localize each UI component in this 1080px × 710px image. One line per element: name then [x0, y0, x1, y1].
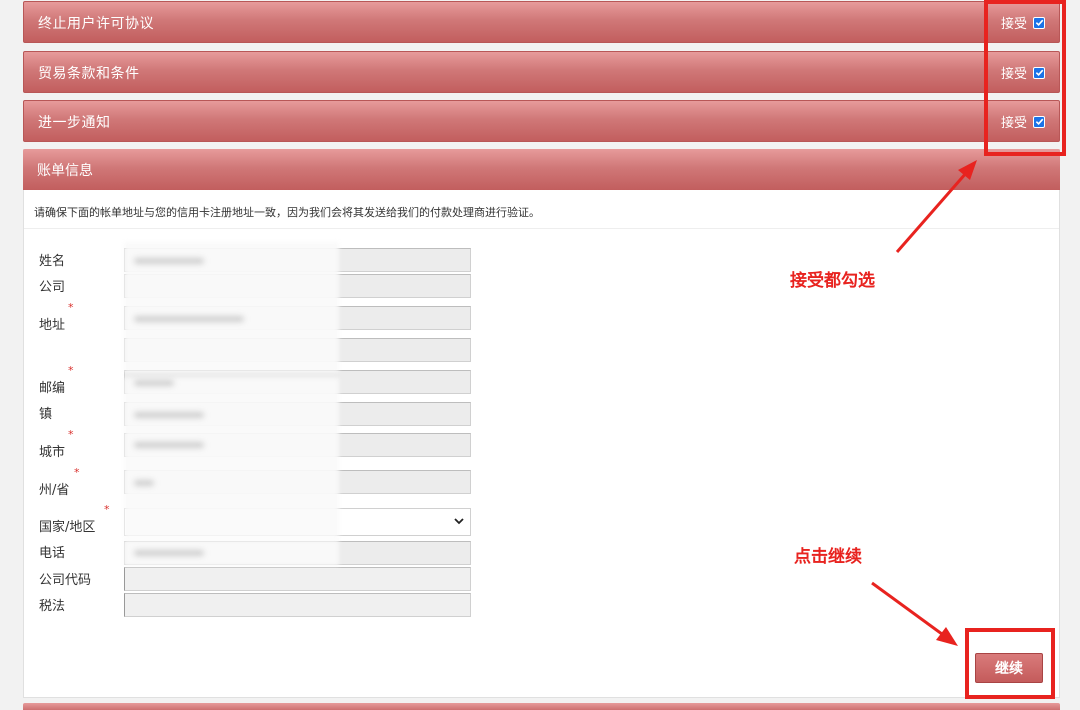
address-label: 地址 — [39, 318, 66, 333]
town-label: 镇 — [39, 407, 53, 422]
agreement-title: 进一步通知 — [38, 115, 111, 131]
state-label: 州/省 — [39, 483, 70, 498]
required-mark: * — [104, 503, 110, 516]
divider — [24, 228, 1059, 229]
required-mark: * — [68, 301, 74, 314]
redacted-value — [134, 412, 204, 418]
company-label: 公司 — [39, 280, 66, 295]
billing-header: 账单信息 — [23, 149, 1060, 190]
redacted-value — [134, 316, 244, 322]
redacted-value — [134, 442, 204, 448]
company-code-label: 公司代码 — [39, 573, 92, 588]
name-label: 姓名 — [39, 254, 66, 269]
next-section-bar — [23, 703, 1060, 710]
required-mark: * — [68, 364, 74, 377]
agreement-row-trade-terms: 贸易条款和条件 接受 — [23, 51, 1060, 93]
redacted-value — [134, 550, 204, 556]
postcode-label: 邮编 — [39, 381, 66, 396]
city-label: 城市 — [39, 445, 66, 460]
company-code-input[interactable] — [124, 567, 471, 591]
redacted-value — [134, 258, 204, 264]
agreement-title: 终止用户许可协议 — [38, 16, 154, 32]
tax-input[interactable] — [124, 593, 471, 617]
country-label: 国家/地区 — [39, 520, 96, 535]
required-mark: * — [68, 428, 74, 441]
redacted-value — [134, 480, 154, 486]
checkout-page: 终止用户许可协议 接受 贸易条款和条件 接受 进一步通知 接受 账单信息 请确保… — [0, 0, 1080, 710]
annotation-box-continue — [965, 628, 1055, 699]
annotation-click-continue: 点击继续 — [794, 547, 862, 567]
chevron-down-icon — [454, 518, 464, 525]
redacted-overlay — [124, 378, 339, 538]
annotation-box-checkboxes — [984, 0, 1066, 156]
annotation-accept-all: 接受都勾选 — [790, 271, 875, 291]
agreement-title: 贸易条款和条件 — [38, 66, 140, 82]
redacted-value — [134, 380, 174, 386]
billing-note: 请确保下面的帐单地址与您的信用卡注册地址一致，因为我们会将其发送给我们的付款处理… — [34, 206, 540, 219]
billing-panel: 账单信息 请确保下面的帐单地址与您的信用卡注册地址一致，因为我们会将其发送给我们… — [23, 149, 1060, 698]
agreement-row-further-notice: 进一步通知 接受 — [23, 100, 1060, 142]
phone-label: 电话 — [39, 546, 66, 561]
tax-label: 税法 — [39, 599, 66, 614]
agreement-row-eula: 终止用户许可协议 接受 — [23, 1, 1060, 43]
required-mark: * — [74, 466, 80, 479]
